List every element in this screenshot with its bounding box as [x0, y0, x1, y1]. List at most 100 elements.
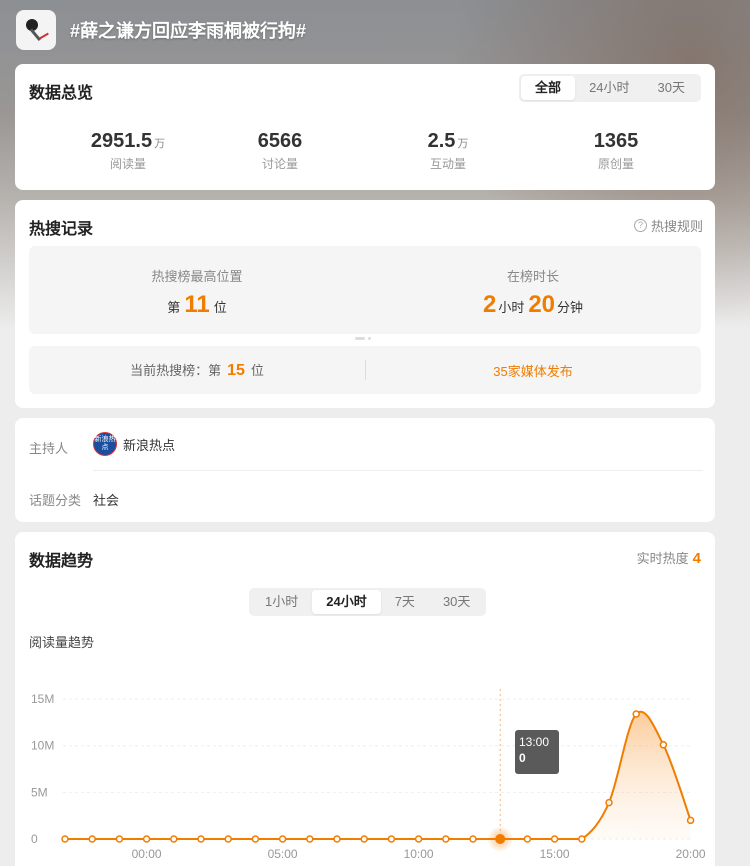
- media-count-link[interactable]: 35家媒体发布: [365, 361, 701, 381]
- microphone-icon: [16, 10, 56, 50]
- peak-value: 11: [184, 291, 210, 318]
- current-rank-value: 15: [227, 362, 245, 379]
- duration-hours: 2: [482, 291, 497, 318]
- duration-minutes: 20: [528, 291, 556, 318]
- data-point: [659, 741, 668, 749]
- data-point: [469, 835, 477, 843]
- data-point: [442, 835, 450, 843]
- data-point: [387, 835, 396, 843]
- carousel-dots: [355, 337, 371, 340]
- duration-hours-unit: 小时: [498, 300, 525, 315]
- hot-search-card: 热搜记录 ? 热搜规则 热搜榜最高位置 第 11 位 在榜时长 2 小时 20 分钟 当前…: [15, 200, 715, 408]
- help-icon: ?: [633, 219, 647, 232]
- current-rank: 当前热搜榜：第 15 位: [29, 360, 365, 380]
- stat-interact: 2.5 万 互动量: [378, 130, 518, 172]
- x-tick-label: 00:00: [132, 847, 162, 861]
- y-tick-label: 10M: [31, 739, 54, 753]
- overview-card: 数据总览 全部 24小时 30天 2951.5 万 阅读量 6566 讨论量 2.…: [15, 64, 715, 190]
- host-card: 主持人 新浪热点 新浪热点 话题分类 社会: [15, 418, 715, 522]
- topic-header: #薛之谦方回应李雨桐被行拘#: [16, 10, 306, 50]
- highlight-point: [495, 834, 506, 844]
- host-profile[interactable]: 新浪热点 新浪热点: [93, 432, 175, 456]
- data-point: [360, 835, 368, 843]
- hot-search-summary: 热搜榜最高位置 第 11 位 在榜时长 2 小时 20 分钟: [29, 246, 701, 334]
- data-point: [224, 835, 232, 843]
- data-point: [523, 835, 532, 843]
- data-point: [61, 835, 69, 843]
- stat-discuss-value: 6566: [257, 130, 303, 152]
- duration-minutes-unit: 分钟: [557, 300, 584, 315]
- read-trend-label: 阅读量趋势: [29, 635, 95, 650]
- data-point: [414, 835, 423, 843]
- hot-search-title: 热搜记录: [29, 221, 94, 238]
- overview-title: 数据总览: [29, 85, 94, 102]
- trend-card: 数据趋势 实时热度 4 1小时 24小时 7天 30天 阅读量趋势 0 5M 10M 1…: [15, 532, 715, 866]
- host-label: 主持人: [29, 441, 69, 456]
- on-list-duration: 在榜时长 2 小时 20 分钟: [365, 246, 701, 319]
- stat-read-unit: 万: [154, 138, 166, 150]
- read-trend-chart[interactable]: 0 5M 10M 15M 00:00 05:00 10:00 15:00 20:00: [15, 662, 715, 866]
- stat-interact-value: 2.5: [427, 130, 456, 152]
- tab-24h[interactable]: 24小时: [312, 590, 381, 614]
- host-name: 新浪热点: [123, 437, 176, 453]
- data-point: [115, 835, 124, 843]
- tab-30d[interactable]: 30天: [429, 590, 484, 614]
- tab-1h[interactable]: 1小时: [251, 590, 312, 614]
- current-rank-bar: 当前热搜榜：第 15 位 35家媒体发布: [29, 346, 701, 394]
- data-point: [170, 835, 178, 843]
- media-count-label: 35家媒体发布: [493, 364, 573, 379]
- x-tick-label: 20:00: [676, 847, 706, 861]
- realtime-heat-label: 实时热度: [636, 551, 689, 566]
- hot-search-rule-link[interactable]: ? 热搜规则: [633, 216, 703, 235]
- data-point: [88, 835, 96, 843]
- x-tick-label: 05:00: [268, 847, 298, 861]
- realtime-heat: 实时热度 4: [637, 548, 701, 567]
- realtime-heat-value: 4: [692, 550, 701, 567]
- tab-all[interactable]: 全部: [521, 76, 576, 100]
- trend-range-tabs: 1小时 24小时 7天 30天: [249, 588, 487, 616]
- data-point: [333, 835, 341, 843]
- data-point: [578, 835, 586, 843]
- tab-24h[interactable]: 24小时: [575, 76, 643, 100]
- stat-original: 1365 原创量: [546, 130, 686, 172]
- series-line: [64, 710, 692, 840]
- stat-original-label: 原创量: [597, 157, 634, 171]
- data-point: [251, 835, 260, 843]
- y-tick-label: 15M: [31, 692, 54, 706]
- tooltip-value: 0: [519, 751, 526, 765]
- peak-position-label: 热搜榜最高位置: [151, 269, 243, 284]
- y-tick-label: 5M: [31, 785, 48, 799]
- series-area: [65, 711, 691, 839]
- tab-30d[interactable]: 30天: [644, 76, 699, 100]
- category-value: 社会: [93, 493, 120, 508]
- data-point: [550, 835, 559, 843]
- data-point: [632, 710, 640, 718]
- peak-prefix: 第: [167, 300, 181, 315]
- peak-suffix: 位: [213, 300, 227, 315]
- x-tick-label: 15:00: [540, 847, 570, 861]
- hot-search-rule-label: 热搜规则: [650, 219, 703, 234]
- stat-read: 2951.5 万 阅读量: [58, 130, 198, 172]
- stat-interact-label: 互动量: [429, 157, 466, 171]
- data-point: [278, 835, 287, 843]
- divider: [93, 470, 703, 471]
- stat-read-value: 2951.5: [90, 130, 153, 152]
- duration-label: 在榜时长: [506, 269, 559, 284]
- stat-discuss: 6566 讨论量: [210, 130, 350, 172]
- data-point: [306, 835, 314, 843]
- data-point: [142, 835, 151, 843]
- tab-7d[interactable]: 7天: [381, 590, 429, 614]
- category-label: 话题分类: [29, 493, 82, 508]
- current-rank-suffix: 位: [250, 363, 264, 378]
- current-rank-prefix: 当前热搜榜：第: [130, 363, 222, 378]
- trend-title: 数据趋势: [29, 553, 94, 570]
- y-tick-label: 0: [31, 832, 38, 846]
- stat-interact-unit: 万: [457, 138, 469, 150]
- overview-range-tabs: 全部 24小时 30天: [519, 74, 701, 102]
- chart-tooltip: 13:00 0: [515, 730, 559, 774]
- x-tick-label: 10:00: [404, 847, 434, 861]
- stat-read-label: 阅读量: [109, 157, 146, 171]
- tooltip-time: 13:00: [519, 735, 550, 749]
- data-point: [605, 798, 613, 807]
- peak-position: 热搜榜最高位置 第 11 位: [29, 246, 365, 319]
